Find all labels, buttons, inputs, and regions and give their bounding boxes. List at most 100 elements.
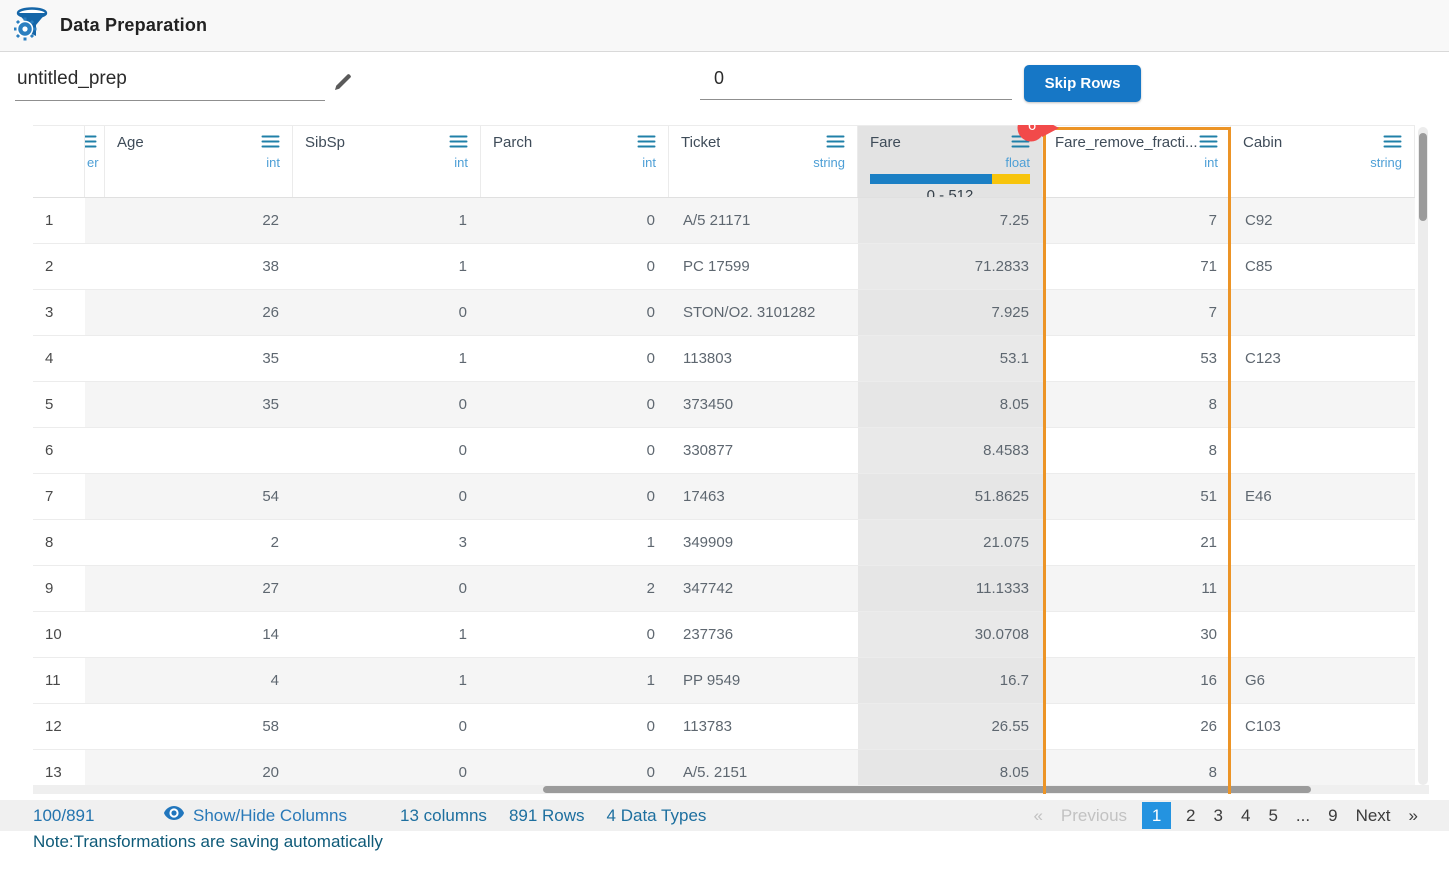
stat-data-types[interactable]: 4 Data Types (607, 806, 707, 826)
cell-fare: 53.1 (858, 336, 1043, 382)
pager-previous: Previous (1058, 806, 1130, 826)
pager-page-9[interactable]: 9 (1325, 806, 1340, 826)
column-menu-icon[interactable] (1199, 134, 1218, 154)
cell-ticket: 113783 (669, 704, 858, 750)
cell-sibsp: 0 (293, 382, 481, 428)
cell-cabin: C85 (1231, 244, 1415, 290)
cell-sibsp: 1 (293, 198, 481, 244)
pager-page-5[interactable]: 5 (1265, 806, 1280, 826)
cell-cabin: C92 (1231, 198, 1415, 244)
skip-rows-button[interactable]: Skip Rows (1024, 65, 1141, 102)
column-menu-icon[interactable] (826, 134, 845, 154)
cell-fare_remove: 26 (1043, 704, 1231, 750)
cell-parch: 0 (481, 244, 669, 290)
horizontal-scrollbar[interactable] (33, 785, 1429, 794)
pager-page-4[interactable]: 4 (1238, 806, 1253, 826)
column-menu-icon[interactable] (261, 134, 280, 154)
pager-next[interactable]: Next (1353, 806, 1394, 826)
cell-parch: 0 (481, 290, 669, 336)
cell-age: 54 (105, 474, 293, 520)
cell-age: 26 (105, 290, 293, 336)
cell-partial (85, 198, 105, 244)
column-type-label: er (87, 155, 102, 170)
skip-rows-field-wrap (700, 62, 1012, 100)
cell-sibsp: 3 (293, 520, 481, 566)
row-number-cell: 8 (33, 520, 85, 566)
cell-cabin: C123 (1231, 336, 1415, 382)
column-menu-icon[interactable] (1383, 134, 1402, 154)
cell-fare_remove: 21 (1043, 520, 1231, 566)
cell-fare_remove: 30 (1043, 612, 1231, 658)
column-label: Parch (493, 134, 532, 151)
column-header-fare[interactable]: Fare float 0 - 512 (858, 126, 1043, 197)
cell-fare: 7.25 (858, 198, 1043, 244)
column-header-age[interactable]: Age int (105, 126, 293, 197)
table-row: 10141023773630.070830 (33, 612, 1415, 658)
column-header-sibsp[interactable]: SibSp int (293, 126, 481, 197)
column-header-cabin[interactable]: Cabin string (1231, 126, 1415, 197)
horizontal-scrollbar-thumb[interactable] (543, 786, 1311, 793)
cell-sibsp: 0 (293, 566, 481, 612)
cell-partial (85, 428, 105, 474)
show-hide-columns-label: Show/Hide Columns (193, 806, 347, 826)
table-row: 12580011378326.5526C103 (33, 704, 1415, 750)
stat-columns[interactable]: 13 columns (400, 806, 487, 826)
show-hide-columns-button[interactable]: Show/Hide Columns (163, 805, 347, 826)
cell-parch: 1 (481, 520, 669, 566)
skip-rows-input[interactable] (700, 62, 1012, 100)
column-header-partial[interactable]: er (85, 126, 105, 197)
eye-icon (163, 805, 185, 826)
cell-fare_remove: 71 (1043, 244, 1231, 290)
pagination: «Previous12345...9Next» (1030, 802, 1421, 829)
column-header-ticket[interactable]: Ticket string (669, 126, 858, 197)
cell-fare_remove: 11 (1043, 566, 1231, 612)
page-title: Data Preparation (60, 15, 207, 36)
table-row: 4351011380353.153C123 (33, 336, 1415, 382)
column-type-label: int (117, 155, 280, 170)
cell-partial (85, 290, 105, 336)
table-row: 9270234774211.133311 (33, 566, 1415, 612)
cell-parch: 1 (481, 658, 669, 704)
column-label: Ticket (681, 134, 720, 151)
vertical-scrollbar-thumb[interactable] (1419, 133, 1427, 221)
column-label: Cabin (1243, 134, 1282, 151)
prep-name-input[interactable] (15, 62, 325, 101)
stat-rows[interactable]: 891 Rows (509, 806, 585, 826)
cell-parch: 0 (481, 198, 669, 244)
edit-pencil-icon[interactable] (330, 70, 356, 96)
cell-fare: 7.925 (858, 290, 1043, 336)
column-menu-icon[interactable] (637, 134, 656, 154)
pager-last[interactable]: » (1406, 806, 1421, 826)
pager-ellipsis[interactable]: ... (1293, 806, 1313, 826)
pager-page-2[interactable]: 2 (1183, 806, 1198, 826)
cell-sibsp: 0 (293, 290, 481, 336)
pager-page-3[interactable]: 3 (1211, 806, 1226, 826)
cell-fare_remove: 7 (1043, 198, 1231, 244)
table-row: 754001746351.862551E46 (33, 474, 1415, 520)
column-header-fare_remove[interactable]: Fare_remove_fracti... int (1043, 126, 1231, 197)
cell-fare: 16.7 (858, 658, 1043, 704)
column-header-parch[interactable]: Parch int (481, 126, 669, 197)
cell-fare_remove: 8 (1043, 382, 1231, 428)
cell-fare: 26.55 (858, 704, 1043, 750)
column-menu-icon[interactable] (85, 134, 97, 154)
cell-fare: 8.4583 (858, 428, 1043, 474)
column-menu-icon[interactable] (1011, 134, 1030, 154)
row-number-cell: 1 (33, 198, 85, 244)
vertical-scrollbar[interactable] (1418, 127, 1428, 785)
pager-page-1[interactable]: 1 (1142, 802, 1171, 829)
row-number-cell: 7 (33, 474, 85, 520)
cell-partial (85, 704, 105, 750)
table-row: 32600STON/O2. 31012827.9257 (33, 290, 1415, 336)
cell-sibsp: 0 (293, 474, 481, 520)
cell-fare: 30.0708 (858, 612, 1043, 658)
column-menu-icon[interactable] (449, 134, 468, 154)
table-row: 6003308778.45838 (33, 428, 1415, 474)
cell-cabin (1231, 382, 1415, 428)
cell-sibsp: 1 (293, 336, 481, 382)
cell-age: 2 (105, 520, 293, 566)
cell-fare: 11.1333 (858, 566, 1043, 612)
cell-ticket: 113803 (669, 336, 858, 382)
cell-parch: 0 (481, 382, 669, 428)
cell-ticket: 237736 (669, 612, 858, 658)
